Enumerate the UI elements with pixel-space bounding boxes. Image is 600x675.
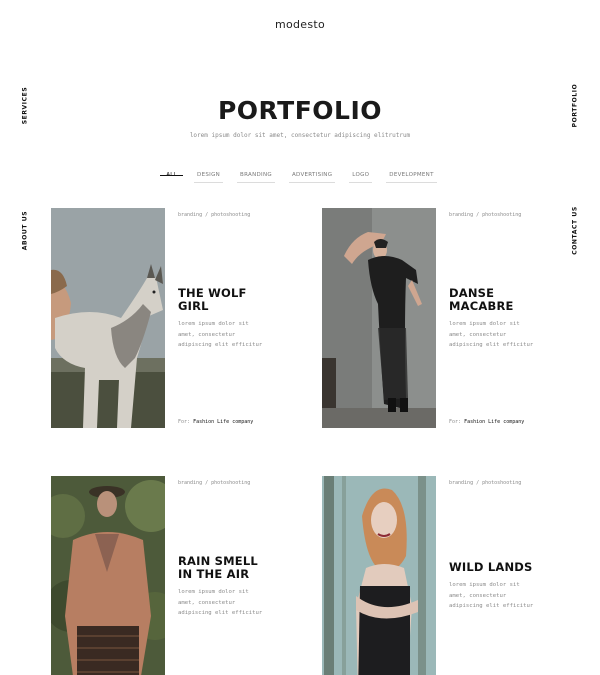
project-category: branding / photoshooting [449, 480, 522, 486]
project-photo[interactable] [51, 208, 165, 428]
project-title[interactable]: WILD LANDS [449, 561, 559, 574]
project-category: branding / photoshooting [178, 212, 251, 218]
project-description: lorem ipsum dolor sit amet, consectetur … [178, 321, 263, 348]
filter-branding[interactable]: BRANDING [237, 170, 275, 183]
project-client: For: Fashion Life company [449, 419, 525, 425]
project-title[interactable]: DANSE MACABRE [449, 287, 559, 313]
project-title[interactable]: THE WOLF GIRL [178, 287, 288, 313]
project-description: lorem ipsum dolor sit amet, consectetur … [449, 321, 534, 348]
project-photo[interactable] [322, 476, 436, 675]
filter-development[interactable]: DEVELOPMENT [386, 170, 437, 183]
project-title[interactable]: RAIN SMELL IN THE AIR [178, 555, 288, 581]
portfolio-card[interactable]: branding / photoshooting RAIN SMELL IN T… [51, 476, 291, 675]
project-category: branding / photoshooting [449, 212, 522, 218]
page-subtitle: lorem ipsum dolor sit amet, consectetur … [189, 132, 411, 139]
filter-design[interactable]: DESIGN [194, 170, 224, 183]
filter-advertising[interactable]: ADVERTISING [288, 170, 336, 183]
project-client: For: Fashion Life company [178, 419, 254, 425]
project-photo[interactable] [322, 208, 436, 428]
project-category: branding / photoshooting [178, 480, 251, 486]
portfolio-card[interactable]: branding / photoshooting THE WOLF GIRL l… [51, 208, 291, 428]
portfolio-card[interactable]: branding / photoshooting WILD LANDS lore… [322, 476, 562, 675]
nav-about-us[interactable]: ABOUT US [22, 206, 29, 256]
filter-logo[interactable]: LOGO [349, 170, 373, 183]
project-photo[interactable] [51, 476, 165, 675]
project-description: lorem ipsum dolor sit amet, consectetur … [178, 589, 263, 616]
page-title: PORTFOLIO [217, 96, 383, 125]
project-description: lorem ipsum dolor sit amet, consectetur … [449, 582, 534, 609]
filter-all[interactable]: ALL [160, 170, 183, 183]
nav-contact-us[interactable]: CONTACT US [572, 206, 579, 256]
portfolio-filters: ALL DESIGN BRANDING ADVERTISING LOGO DEV… [0, 170, 600, 183]
portfolio-card[interactable]: branding / photoshooting DANSE MACABRE l… [322, 208, 562, 428]
site-logo[interactable]: modesto [0, 18, 600, 31]
